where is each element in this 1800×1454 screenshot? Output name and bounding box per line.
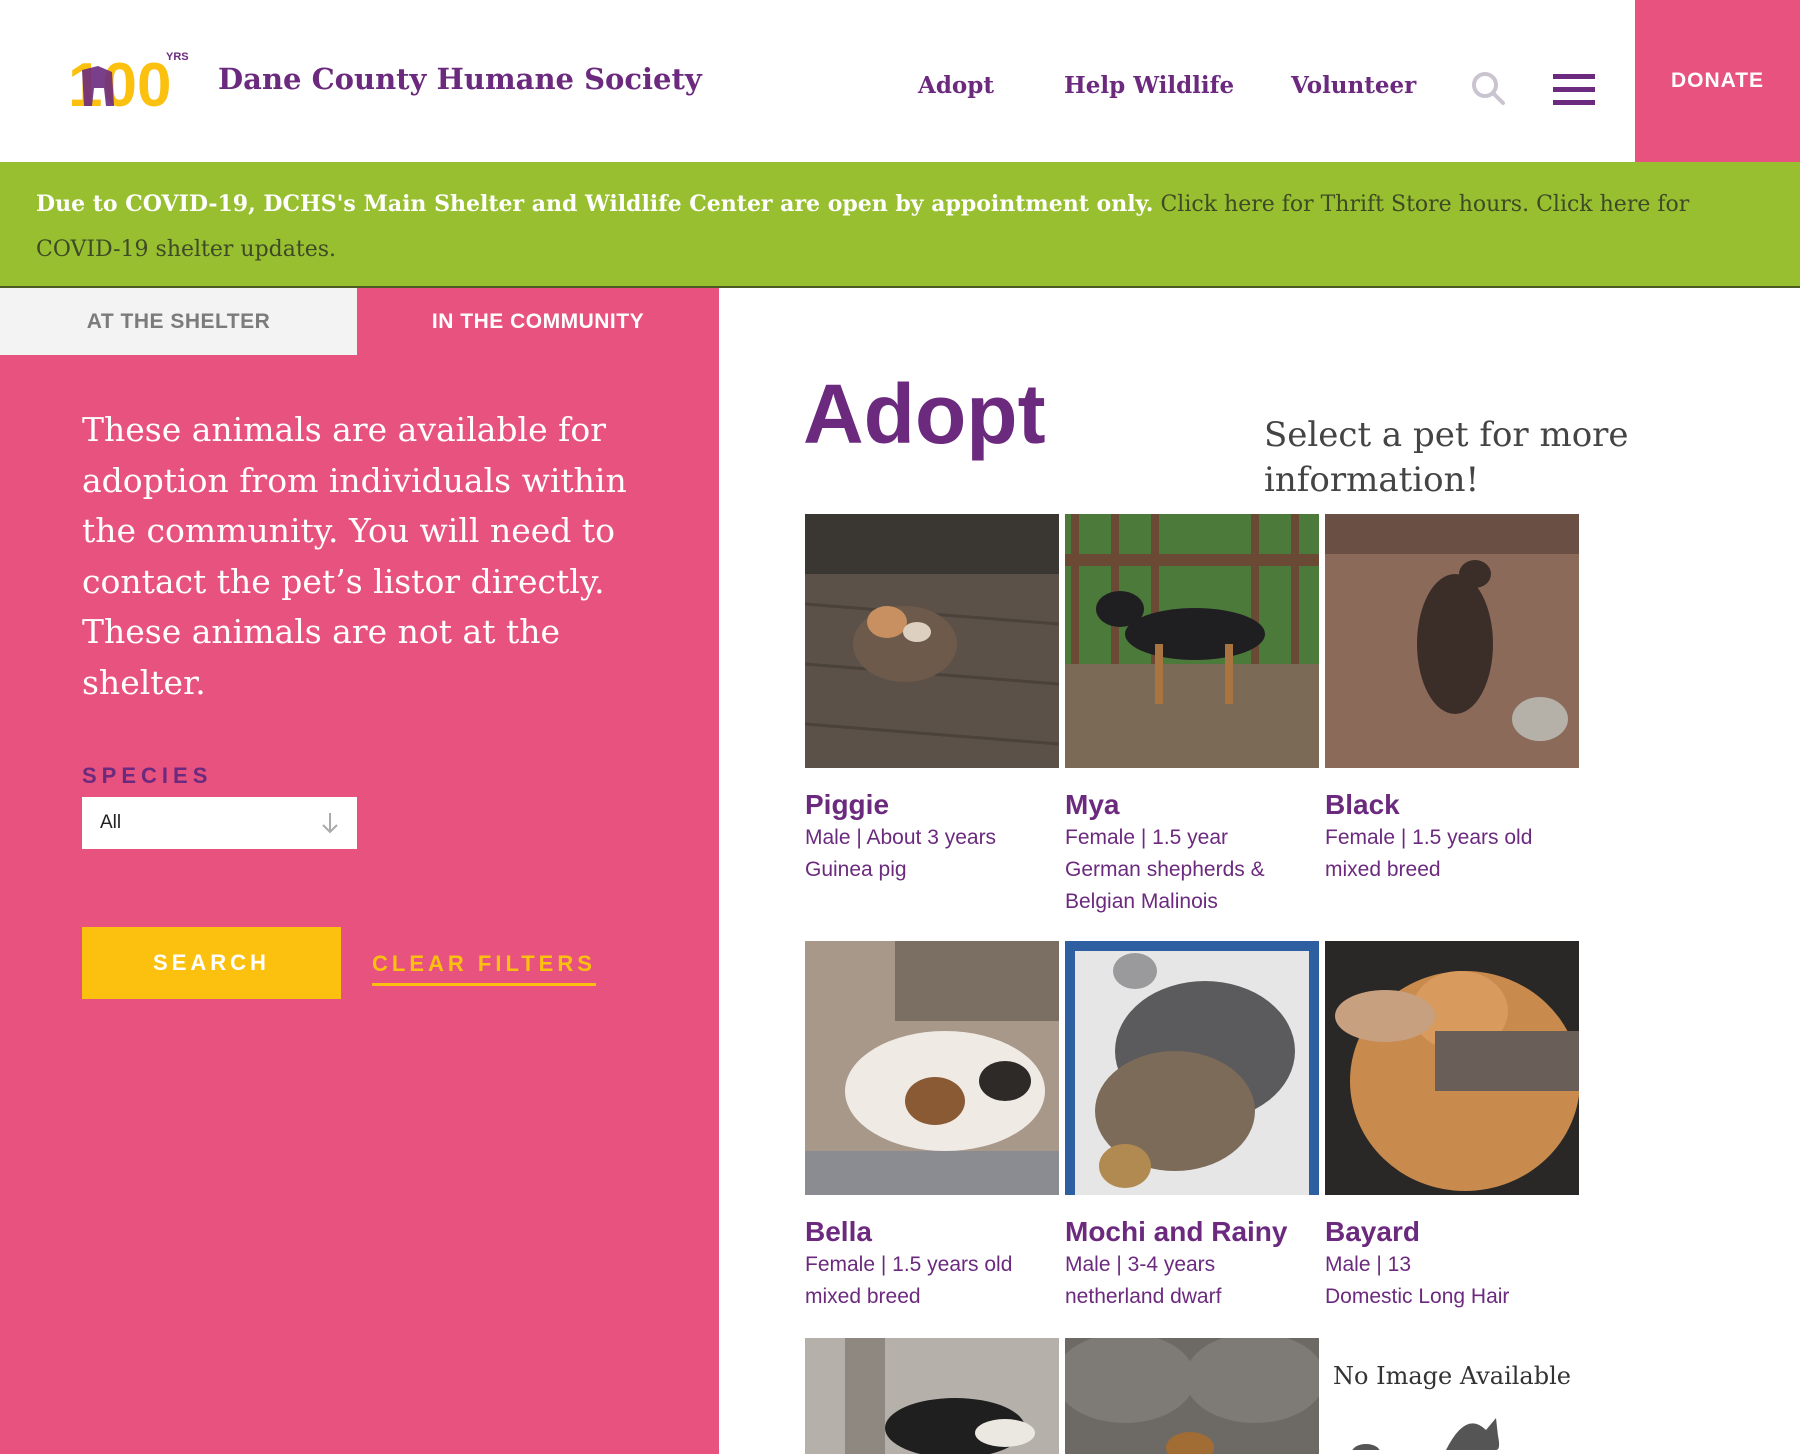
- select-pet-note: Select a pet for more information!: [1264, 415, 1629, 500]
- nav-adopt[interactable]: Adopt: [918, 72, 994, 99]
- pet-photo[interactable]: [805, 941, 1059, 1195]
- pet-sex-age: Female | 1.5 years old: [1325, 826, 1533, 849]
- pet-photo[interactable]: [1065, 941, 1319, 1195]
- nav-volunteer[interactable]: Volunteer: [1291, 72, 1416, 99]
- donate-button[interactable]: DONATE: [1635, 0, 1800, 162]
- pet-name[interactable]: Black: [1325, 788, 1579, 822]
- dchs-100-years-logo[interactable]: 100 YRS: [68, 48, 198, 114]
- pet-photo[interactable]: [1325, 514, 1579, 768]
- tab-at-the-shelter[interactable]: AT THE SHELTER: [0, 288, 357, 355]
- pet-card-black[interactable]: Black Female | 1.5 years old mixed breed: [1325, 514, 1579, 886]
- species-select[interactable]: All: [82, 797, 357, 849]
- pet-card-bella[interactable]: Bella Female | 1.5 years old mixed breed: [805, 941, 1059, 1313]
- pet-name[interactable]: Mochi and Rainy: [1065, 1215, 1319, 1249]
- species-selected-value: All: [100, 812, 122, 833]
- pet-card-mochi-and-rainy[interactable]: Mochi and Rainy Male | 3-4 years netherl…: [1065, 941, 1319, 1313]
- clear-filters-link[interactable]: CLEAR FILTERS: [372, 951, 596, 986]
- pet-breed: Guinea pig: [805, 858, 907, 881]
- pet-sex-age: Female | 1.5 year: [1065, 826, 1229, 849]
- arrow-down-icon: [322, 813, 338, 834]
- no-image-placeholder[interactable]: No Image Available: [1326, 1338, 1578, 1454]
- pet-photo-partial-1[interactable]: [805, 1338, 1059, 1454]
- pet-sex-age: Male | About 3 years: [805, 826, 997, 849]
- site-header: 100 YRS Dane County Humane Society Adopt…: [0, 0, 1800, 162]
- pet-name[interactable]: Piggie: [805, 788, 1059, 822]
- tab-in-the-community[interactable]: IN THE COMMUNITY: [357, 288, 719, 355]
- pet-photo[interactable]: [1065, 514, 1319, 768]
- pet-breed: mixed breed: [1325, 858, 1441, 881]
- search-button[interactable]: SEARCH: [82, 927, 341, 999]
- pet-photo-partial-2[interactable]: [1065, 1338, 1319, 1454]
- thrift-store-hours-link[interactable]: Click here for Thrift Store hours.: [1160, 192, 1529, 217]
- filter-sidebar: These animals are available for adoption…: [0, 355, 719, 1454]
- pet-photo[interactable]: [805, 514, 1059, 768]
- pet-name[interactable]: Mya: [1065, 788, 1319, 822]
- nav-help-wildlife[interactable]: Help Wildlife: [1064, 72, 1234, 99]
- logo-yrs: YRS: [166, 51, 189, 63]
- no-image-text: No Image Available: [1333, 1362, 1571, 1390]
- pet-sex-age: Male | 13: [1325, 1253, 1411, 1276]
- covid-alert-banner: Due to COVID-19, DCHS's Main Shelter and…: [0, 162, 1800, 288]
- pet-name[interactable]: Bella: [805, 1215, 1059, 1249]
- pet-sex-age: Male | 3-4 years: [1065, 1253, 1216, 1276]
- pet-card-mya[interactable]: Mya Female | 1.5 year German shepherds &…: [1065, 514, 1319, 918]
- pet-card-bayard[interactable]: Bayard Male | 13 Domestic Long Hair: [1325, 941, 1579, 1313]
- pet-name[interactable]: Bayard: [1325, 1215, 1579, 1249]
- pet-breed: Domestic Long Hair: [1325, 1285, 1510, 1308]
- search-icon[interactable]: [1470, 70, 1506, 106]
- pet-breed: German shepherds & Belgian Malinois: [1065, 858, 1265, 913]
- alert-bold-text: Due to COVID-19, DCHS's Main Shelter and…: [36, 191, 1154, 217]
- pet-breed: netherland dwarf: [1065, 1285, 1222, 1308]
- hamburger-menu-icon[interactable]: [1553, 72, 1595, 106]
- pet-breed: mixed breed: [805, 1285, 921, 1308]
- pet-card-piggie[interactable]: Piggie Male | About 3 years Guinea pig: [805, 514, 1059, 886]
- cat-silhouette-icon: [1352, 1418, 1500, 1450]
- pet-sex-age: Female | 1.5 years old: [805, 1253, 1013, 1276]
- brand-name[interactable]: Dane County Humane Society: [218, 62, 702, 96]
- pet-photo[interactable]: [1325, 941, 1579, 1195]
- page-title: Adopt: [803, 367, 1046, 461]
- community-intro-text: These animals are available for adoption…: [82, 410, 627, 702]
- species-label: SPECIES: [82, 763, 213, 788]
